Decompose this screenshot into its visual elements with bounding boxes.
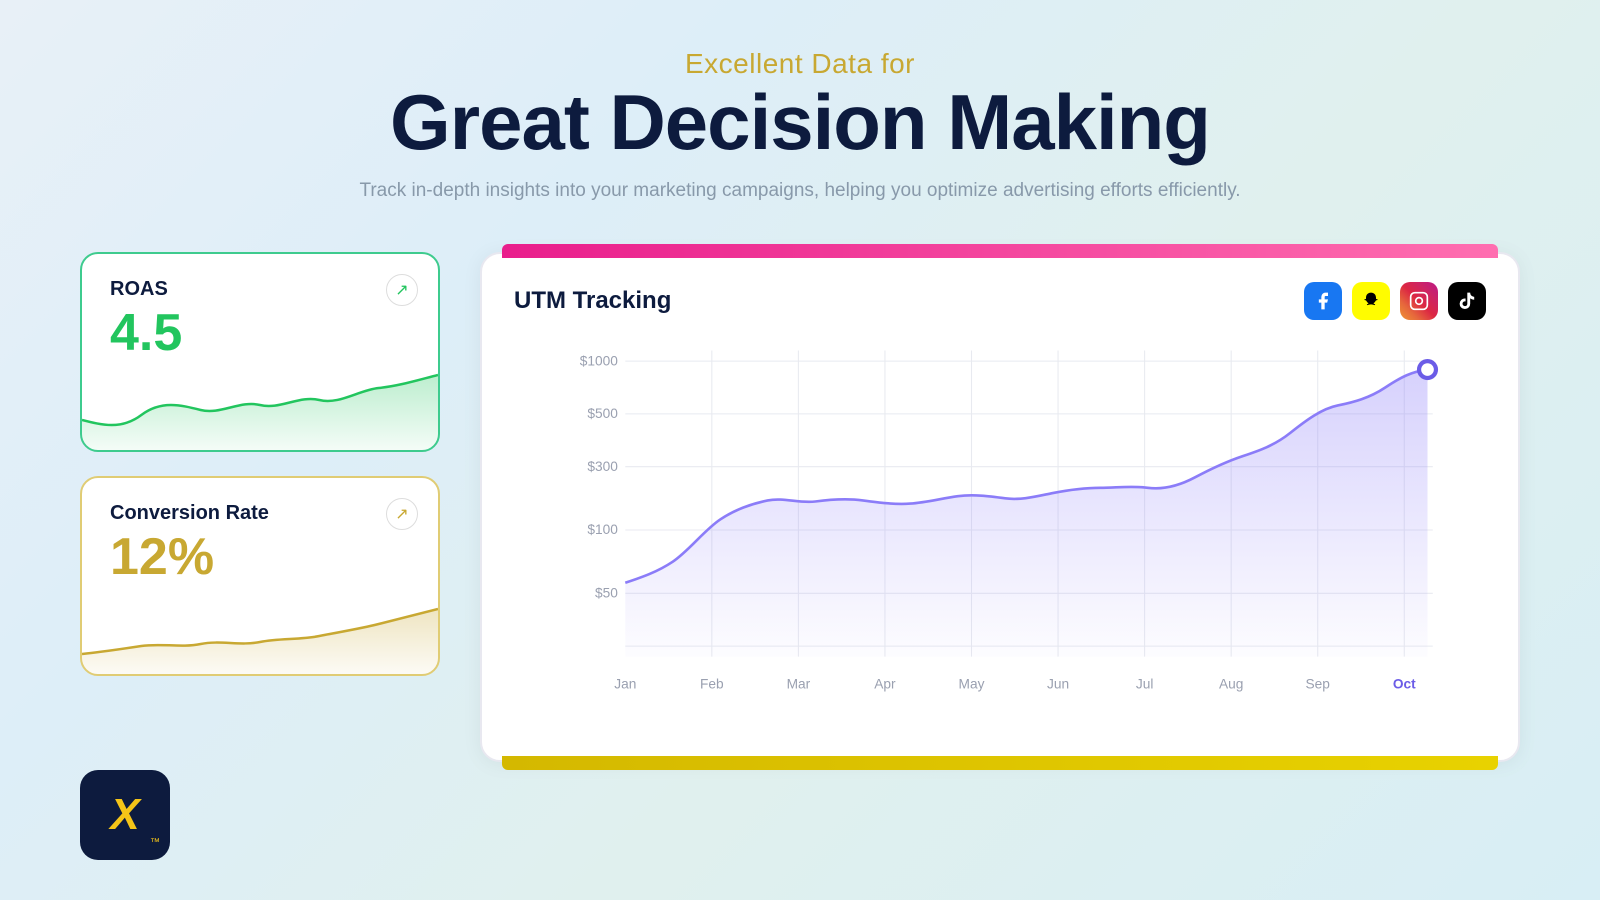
svg-text:$100: $100	[587, 522, 618, 537]
conversion-card: Conversion Rate 12% ↗	[80, 476, 440, 676]
facebook-icon[interactable]	[1304, 282, 1342, 320]
conversion-sparkline	[82, 574, 438, 674]
svg-text:$500: $500	[587, 406, 618, 421]
utm-chart: $1000 $500 $300 $100 $50 Jan Feb Mar Apr…	[514, 340, 1486, 720]
svg-text:Feb: Feb	[700, 676, 724, 691]
roas-label: ROAS	[110, 278, 410, 301]
header-subtitle: Excellent Data for	[0, 48, 1600, 80]
utm-card-header: UTM Tracking	[514, 282, 1486, 320]
svg-text:Jul: Jul	[1136, 676, 1154, 691]
page-header: Excellent Data for Great Decision Making…	[0, 0, 1600, 222]
header-description: Track in-depth insights into your market…	[0, 180, 1600, 202]
svg-text:$1000: $1000	[580, 353, 619, 368]
tiktok-icon[interactable]	[1448, 282, 1486, 320]
logo-symbol: X	[110, 790, 139, 840]
svg-text:Apr: Apr	[874, 676, 896, 691]
roas-card: ROAS 4.5 ↗	[80, 252, 440, 452]
svg-text:Oct: Oct	[1393, 676, 1416, 691]
svg-text:May: May	[959, 676, 985, 691]
svg-text:Mar: Mar	[787, 676, 811, 691]
utm-title: UTM Tracking	[514, 287, 671, 315]
logo-trademark: ™	[150, 837, 160, 848]
main-content: ROAS 4.5 ↗ Conversion Rate 12% ↗	[0, 222, 1600, 762]
roas-sparkline	[82, 350, 438, 450]
snapchat-icon[interactable]	[1352, 282, 1390, 320]
svg-text:Jan: Jan	[614, 676, 636, 691]
metric-cards-column: ROAS 4.5 ↗ Conversion Rate 12% ↗	[80, 252, 440, 676]
svg-text:Jun: Jun	[1047, 676, 1069, 691]
header-title: Great Decision Making	[0, 80, 1600, 166]
utm-tracking-card: UTM Tracking	[480, 252, 1520, 762]
conversion-label: Conversion Rate	[110, 502, 410, 525]
social-icons-group	[1304, 282, 1486, 320]
instagram-icon[interactable]	[1400, 282, 1438, 320]
svg-text:$300: $300	[587, 459, 618, 474]
svg-text:$50: $50	[595, 585, 618, 600]
company-logo: X ™	[80, 770, 170, 860]
conversion-arrow-button[interactable]: ↗	[386, 498, 418, 530]
roas-arrow-button[interactable]: ↗	[386, 274, 418, 306]
utm-chart-svg: $1000 $500 $300 $100 $50 Jan Feb Mar Apr…	[514, 340, 1486, 720]
svg-text:Sep: Sep	[1306, 676, 1331, 691]
svg-text:Aug: Aug	[1219, 676, 1243, 691]
